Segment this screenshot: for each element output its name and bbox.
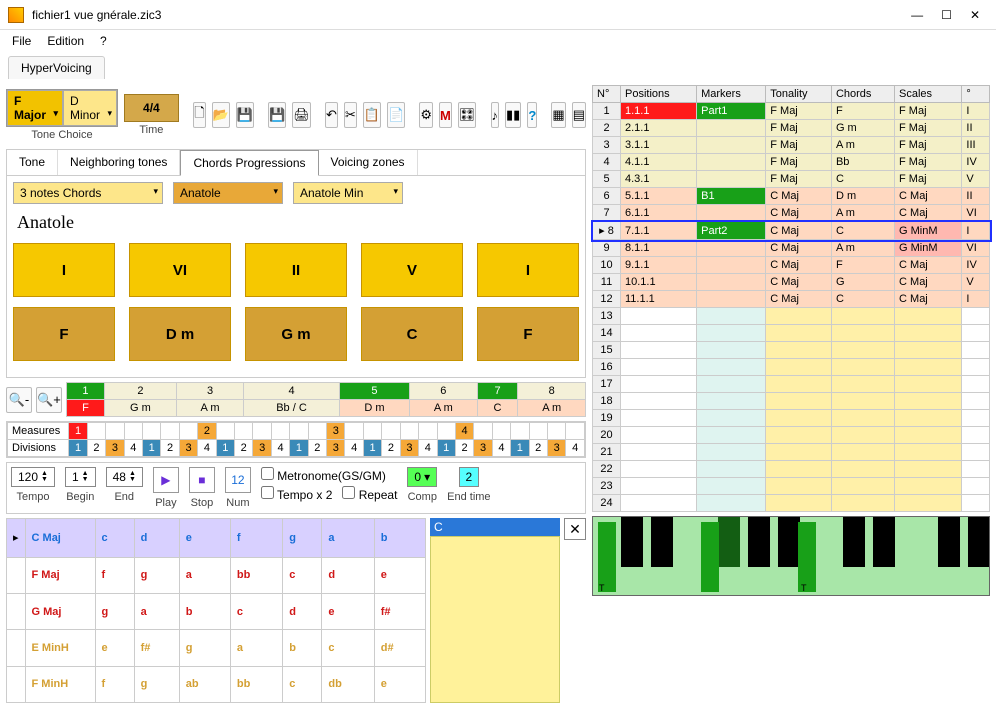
close-button[interactable]: ✕: [970, 8, 980, 22]
menu-edition[interactable]: Edition: [47, 34, 84, 48]
chord-card[interactable]: II: [245, 243, 347, 297]
window-title: fichier1 vue gnérale.zic3: [32, 8, 161, 22]
subtabs: Tone Neighboring tones Chords Progressio…: [7, 150, 585, 176]
tab-progressions[interactable]: Chords Progressions: [180, 150, 318, 176]
time-label: Time: [124, 124, 179, 136]
maximize-button[interactable]: ☐: [941, 8, 952, 22]
begin-input[interactable]: 1▲▼: [65, 467, 96, 487]
stop-button[interactable]: ■: [189, 467, 215, 493]
minimize-button[interactable]: —: [911, 8, 923, 22]
num-display: 12: [225, 467, 251, 493]
m-icon[interactable]: M: [439, 102, 452, 128]
anatole-title: Anatole: [17, 212, 575, 233]
note-panel: [430, 536, 560, 703]
zoom-in-icon[interactable]: 🔍+: [36, 387, 62, 413]
tab-neighboring[interactable]: Neighboring tones: [58, 150, 180, 175]
close-panel-icon[interactable]: ✕: [564, 518, 586, 540]
note-icon[interactable]: ♪: [491, 102, 500, 128]
chord-card[interactable]: F: [13, 307, 115, 361]
progression-bar: 🔍- 🔍+ 12345678FG mA mBb / CD mA mCA m: [6, 382, 586, 417]
chord-card[interactable]: D m: [129, 307, 231, 361]
chord-row: FD mG mCF: [13, 307, 579, 361]
prog2-select[interactable]: Anatole Min: [293, 182, 403, 204]
prog1-select[interactable]: Anatole: [173, 182, 283, 204]
note-panel-header: C: [430, 518, 560, 536]
tone-select[interactable]: F Major: [7, 90, 63, 126]
time-button[interactable]: 4/4: [124, 94, 179, 122]
undo-icon[interactable]: ↶: [325, 102, 338, 128]
chord-card[interactable]: G m: [245, 307, 347, 361]
open-icon[interactable]: 📂: [212, 102, 230, 128]
transport: 120▲▼Tempo 1▲▼Begin 48▲▼End ▶Play ■Stop …: [6, 462, 586, 514]
tab-voicing[interactable]: Voicing zones: [319, 150, 418, 175]
menu-file[interactable]: File: [12, 34, 31, 48]
new-icon[interactable]: 🗋: [193, 102, 205, 128]
app-icon: [8, 7, 24, 23]
tab-tone[interactable]: Tone: [7, 150, 58, 175]
comp-input[interactable]: 0▾: [407, 467, 437, 487]
grid1-icon[interactable]: ▦: [551, 102, 565, 128]
degree-row: IVIIIVI: [13, 243, 579, 297]
chord-type-select[interactable]: 3 notes Chords: [13, 182, 163, 204]
chord-card[interactable]: C: [361, 307, 463, 361]
cut-icon[interactable]: ✂: [344, 102, 357, 128]
save-icon[interactable]: 💾: [236, 102, 254, 128]
repeat-check[interactable]: Repeat: [342, 486, 397, 502]
chord-card[interactable]: V: [361, 243, 463, 297]
help-icon[interactable]: ?: [527, 102, 537, 128]
settings-icon[interactable]: ⚙: [419, 102, 433, 128]
endtime-display: 2: [459, 467, 480, 487]
disk-icon[interactable]: 💾: [268, 102, 286, 128]
tab-hypervoicing[interactable]: HyperVoicing: [8, 56, 105, 79]
copy-icon[interactable]: 📋: [363, 102, 381, 128]
piano-keyboard[interactable]: T T: [592, 516, 990, 596]
tool-icon[interactable]: 🎛: [458, 102, 477, 128]
chord-card[interactable]: VI: [129, 243, 231, 297]
divisions-panel: Measures1234Divisions1234123412341234123…: [6, 421, 586, 458]
paste-icon[interactable]: 📄: [387, 102, 405, 128]
metronome-check[interactable]: Metronome(GS/GM): [261, 467, 398, 483]
top-toolbar: F Major D Minor Tone Choice 4/4 Time 🗋 📂…: [6, 85, 586, 145]
positions-table[interactable]: N°PositionsMarkersTonalityChordsScales°1…: [592, 85, 990, 512]
chord-card[interactable]: I: [477, 243, 579, 297]
titlebar: fichier1 vue gnérale.zic3 — ☐ ✕: [0, 0, 996, 30]
play-button[interactable]: ▶: [153, 467, 179, 493]
grid2-icon[interactable]: ▤: [572, 102, 586, 128]
print-icon[interactable]: 🖨: [292, 102, 311, 128]
piano-icon[interactable]: ▮▮: [505, 102, 521, 128]
end-input[interactable]: 48▲▼: [106, 467, 143, 487]
relative-select[interactable]: D Minor: [63, 90, 117, 126]
menu-help[interactable]: ?: [100, 34, 107, 48]
chord-card[interactable]: I: [13, 243, 115, 297]
menubar: File Edition ?: [0, 30, 996, 52]
chord-card[interactable]: F: [477, 307, 579, 361]
chord-panel: Tone Neighboring tones Chords Progressio…: [6, 149, 586, 378]
tempo-input[interactable]: 120▲▼: [11, 467, 55, 487]
chord-notes-table[interactable]: ▸C MajcdefgabF MajfgabbcdeG Majgabcdef#E…: [6, 518, 426, 703]
tabbar: HyperVoicing: [0, 52, 996, 79]
zoom-out-icon[interactable]: 🔍-: [6, 387, 32, 413]
tempox2-check[interactable]: Tempo x 2: [261, 486, 332, 502]
tone-label: Tone Choice: [6, 129, 118, 141]
